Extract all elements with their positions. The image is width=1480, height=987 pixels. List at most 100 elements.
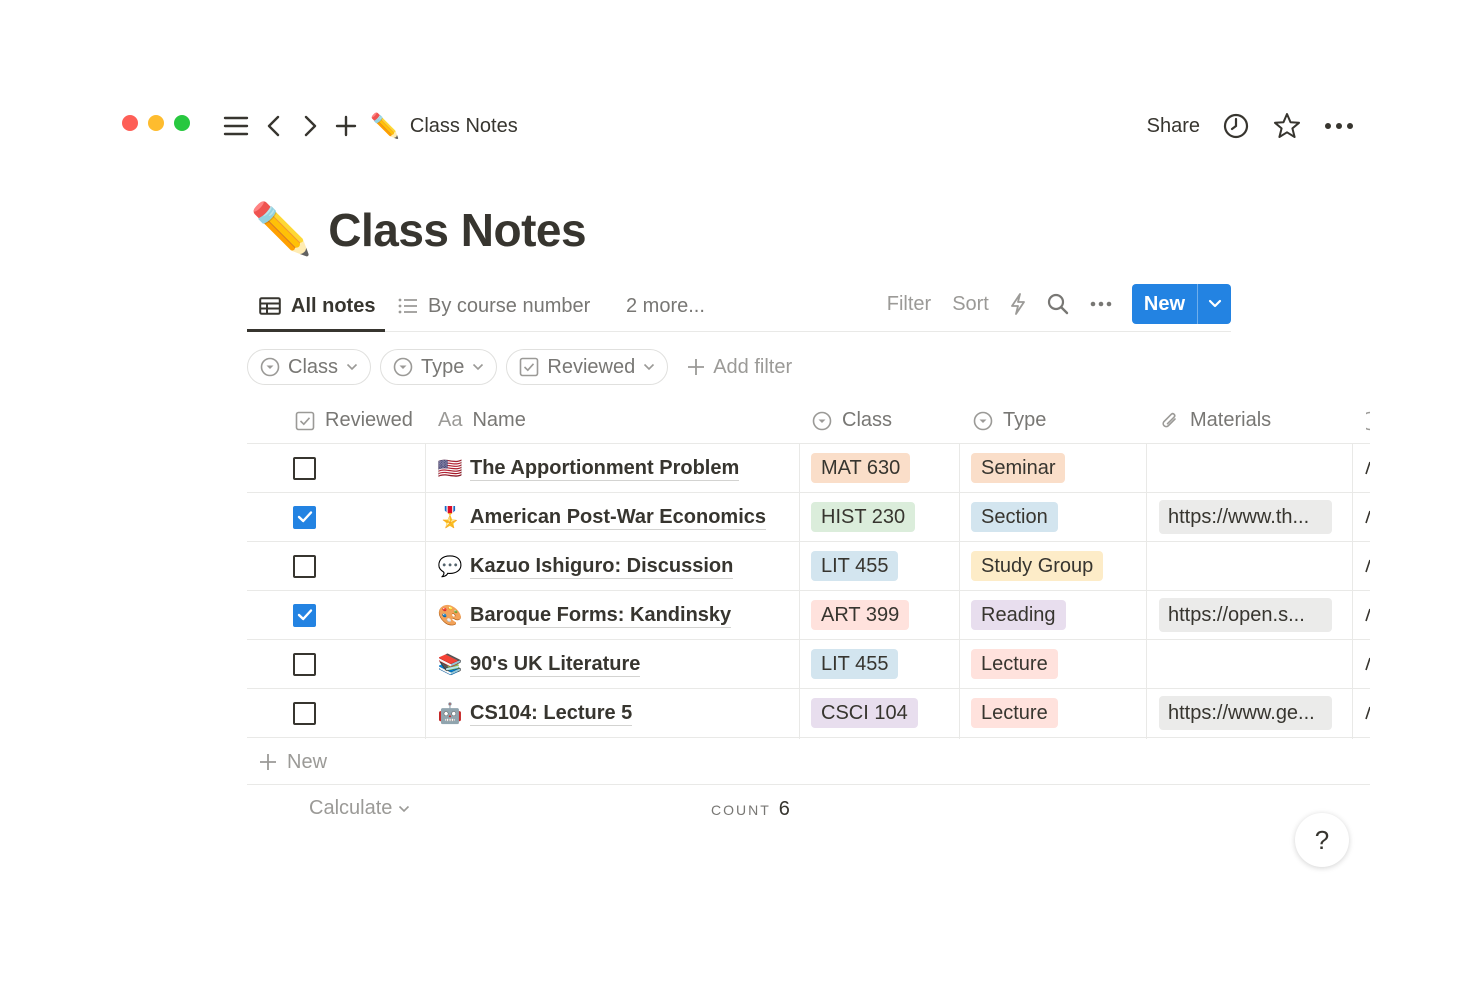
materials-link[interactable]: https://www.th... [1159,500,1332,534]
type-cell[interactable]: Lecture [971,640,1058,688]
forward-arrow-icon[interactable] [292,108,328,144]
table-row[interactable]: 💬 Kazuo Ishiguro: Discussion LIT 455 Study … [247,542,1370,591]
tab-by-course-number[interactable]: By course number [398,288,590,324]
name-cell[interactable]: 🎖️ American Post-War Economics [437,493,767,541]
new-entry-button[interactable]: New [1131,284,1231,324]
page-emoji-icon: 🎨 [437,604,463,627]
share-button[interactable]: Share [1147,115,1200,138]
note-title-link[interactable]: Kazuo Ishiguro: Discussion [470,554,734,579]
reviewed-checkbox[interactable] [293,652,316,676]
window-controls [122,115,190,131]
name-cell[interactable]: 🤖 CS104: Lecture 5 [437,689,633,737]
type-cell[interactable]: Study Group [971,542,1104,590]
sort-button[interactable]: Sort [952,293,989,316]
note-title-link[interactable]: 90's UK Literature [470,652,641,677]
star-icon[interactable] [1272,111,1302,141]
class-cell[interactable]: MAT 630 [811,444,911,492]
tab-all-notes[interactable]: All notes [259,288,375,324]
page-heading[interactable]: Class Notes [328,203,586,257]
pencil-icon: ✏️ [370,112,400,140]
table-row[interactable]: 📚 90's UK Literature LIT 455 Lecture [247,640,1370,689]
reviewed-checkbox[interactable] [293,554,316,578]
menu-icon[interactable] [218,108,254,144]
reviewed-cell [293,591,316,639]
name-cell[interactable]: 💬 Kazuo Ishiguro: Discussion [437,542,734,590]
chevron-down-icon[interactable] [1197,284,1231,324]
reviewed-cell [293,640,316,688]
reviewed-checkbox[interactable] [293,456,316,480]
help-button[interactable]: ? [1295,813,1349,867]
page-emoji-icon: 💬 [437,555,463,578]
name-cell[interactable]: 🇺🇸 The Apportionment Problem [437,444,740,492]
maximize-window-button[interactable] [174,115,190,131]
filter-chip-type[interactable]: Type [380,349,498,385]
name-cell[interactable]: 📚 90's UK Literature [437,640,641,688]
table-row[interactable]: 🇺🇸 The Apportionment Problem MAT 630 Semina… [247,444,1370,493]
select-icon [973,411,993,431]
minimize-window-button[interactable] [148,115,164,131]
column-header-next-partial [1366,397,1370,444]
materials-link[interactable]: https://www.ge... [1159,696,1332,730]
close-window-button[interactable] [122,115,138,131]
search-icon[interactable] [1047,293,1069,315]
column-header-name[interactable]: Aa Name [438,397,526,444]
add-row-label: New [287,750,328,773]
calculate-dropdown[interactable]: Calculate [309,797,410,820]
type-cell[interactable]: Seminar [971,444,1066,492]
class-cell[interactable]: HIST 230 [811,493,916,541]
view-options-icon[interactable] [1090,301,1112,307]
add-row-button[interactable]: New [247,740,327,784]
class-cell[interactable]: LIT 455 [811,542,899,590]
count-summary[interactable]: COUNT 6 [711,798,790,821]
type-cell[interactable]: Lecture [971,689,1058,737]
name-cell[interactable]: 🎨 Baroque Forms: Kandinsky [437,591,732,639]
class-tag: LIT 455 [811,649,899,679]
materials-cell[interactable]: https://www.th... [1159,493,1332,541]
table-row[interactable]: 🤖 CS104: Lecture 5 CSCI 104 Lecture https://… [247,689,1370,738]
filter-button[interactable]: Filter [887,293,931,316]
column-header-materials[interactable]: Materials [1160,397,1271,444]
plus-icon[interactable] [328,108,364,144]
type-cell[interactable]: Section [971,493,1058,541]
materials-cell[interactable]: https://open.s... [1159,591,1332,639]
chevron-down-icon [643,363,655,371]
table-row[interactable]: 🎖️ American Post-War Economics HIST 230 Sec… [247,493,1370,542]
note-title-link[interactable]: American Post-War Economics [470,505,767,530]
class-cell[interactable]: ART 399 [811,591,910,639]
materials-cell[interactable]: https://www.ge... [1159,689,1332,737]
column-header-reviewed[interactable]: Reviewed [295,397,413,444]
reviewed-checkbox[interactable] [293,701,316,725]
new-entry-label[interactable]: New [1132,284,1197,324]
type-cell[interactable]: Reading [971,591,1066,639]
next-column-cell [1365,689,1370,737]
note-title-link[interactable]: CS104: Lecture 5 [470,701,633,726]
reviewed-checkbox-checked[interactable] [293,505,316,529]
reviewed-checkbox-checked[interactable] [293,603,316,627]
add-filter-button[interactable]: Add filter [687,356,792,379]
tab-more-views[interactable]: 2 more... [626,288,705,324]
filter-chip-class[interactable]: Class [247,349,372,385]
table-icon [259,297,281,315]
note-title-link[interactable]: The Apportionment Problem [470,456,740,481]
filter-chip-reviewed[interactable]: Reviewed [506,349,669,385]
class-cell[interactable]: LIT 455 [811,640,899,688]
column-header-type[interactable]: Type [973,397,1046,444]
count-label: COUNT [711,802,771,818]
add-filter-label: Add filter [713,355,793,378]
back-arrow-icon[interactable] [256,108,292,144]
plus-icon [687,358,705,376]
pencil-page-icon[interactable]: ✏️ [250,200,312,259]
next-column-cell [1365,640,1370,688]
breadcrumb[interactable]: ✏️ Class Notes [370,112,518,141]
automation-lightning-icon[interactable] [1010,293,1026,315]
materials-link[interactable]: https://open.s... [1159,598,1332,632]
topbar-right: Share [1147,108,1354,144]
more-options-icon[interactable] [1324,122,1354,130]
note-title-link[interactable]: Baroque Forms: Kandinsky [470,603,732,628]
table-row[interactable]: 🎨 Baroque Forms: Kandinsky ART 399 Reading h… [247,591,1370,640]
column-header-class[interactable]: Class [812,397,892,444]
history-clock-icon[interactable] [1222,112,1250,140]
class-cell[interactable]: CSCI 104 [811,689,918,737]
paperclip-icon [1160,410,1180,432]
checkbox-icon [519,357,539,377]
